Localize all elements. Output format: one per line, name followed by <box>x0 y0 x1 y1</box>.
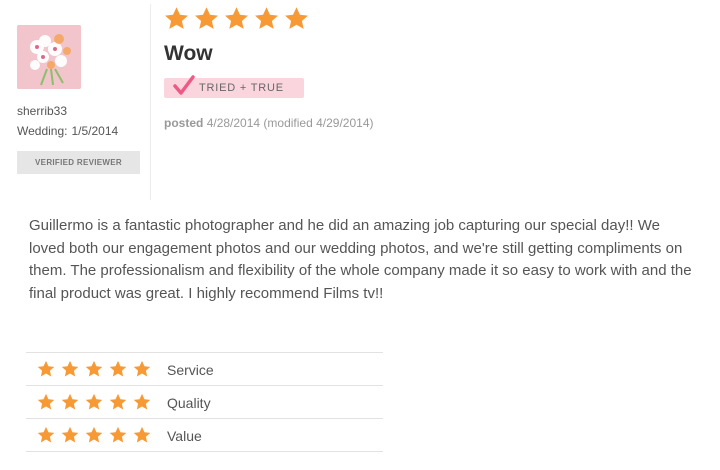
star-icon <box>254 6 279 31</box>
wedding-date: Wedding: 1/5/2014 <box>17 124 118 138</box>
star-icon <box>133 360 151 378</box>
star-icon <box>37 426 55 444</box>
verified-reviewer-badge: VERIFIED REVIEWER <box>17 151 140 174</box>
star-icon <box>284 6 309 31</box>
sub-rating-row: Value <box>26 418 383 452</box>
sub-rating-label: Service <box>167 362 214 378</box>
posted-date: posted 4/28/2014 (modified 4/29/2014) <box>164 116 374 130</box>
review-body: Guillermo is a fantastic photographer an… <box>29 217 692 302</box>
star-icon <box>224 6 249 31</box>
star-icon <box>109 426 127 444</box>
tried-true-badge: TRIED + TRUE <box>164 75 304 98</box>
wedding-date-value: 1/5/2014 <box>71 124 119 138</box>
checkmark-icon <box>173 75 195 97</box>
sub-rating-stars <box>37 360 157 378</box>
star-icon <box>85 426 103 444</box>
wedding-label: Wedding: <box>17 124 68 138</box>
star-icon <box>109 393 127 411</box>
star-icon <box>61 393 79 411</box>
review-title: Wow <box>164 42 213 65</box>
star-icon <box>85 393 103 411</box>
star-icon <box>61 426 79 444</box>
posted-date-value: 4/28/2014 <box>206 116 261 130</box>
star-icon <box>164 6 189 31</box>
star-icon <box>37 393 55 411</box>
reviewer-avatar[interactable] <box>17 25 81 89</box>
flower-bouquet-icon <box>17 25 81 89</box>
sub-rating-stars <box>37 393 157 411</box>
sub-rating-label: Value <box>167 428 202 444</box>
star-icon <box>85 360 103 378</box>
overall-rating <box>164 6 314 34</box>
sub-rating-row: Quality <box>26 385 383 418</box>
star-icon <box>61 360 79 378</box>
star-icon <box>109 360 127 378</box>
sub-rating-stars <box>37 426 157 444</box>
star-icon <box>133 393 151 411</box>
reviewer-username[interactable]: sherrib33 <box>17 104 67 118</box>
star-icon <box>133 426 151 444</box>
star-icon <box>194 6 219 31</box>
posted-label: posted <box>164 116 204 130</box>
column-divider <box>150 4 151 200</box>
modified-date: (modified 4/29/2014) <box>263 116 374 130</box>
star-icon <box>37 360 55 378</box>
sub-ratings: Service Quality Value <box>26 352 383 452</box>
sub-rating-label: Quality <box>167 395 211 411</box>
sub-rating-row: Service <box>26 352 383 385</box>
tried-true-label: TRIED + TRUE <box>199 82 284 94</box>
